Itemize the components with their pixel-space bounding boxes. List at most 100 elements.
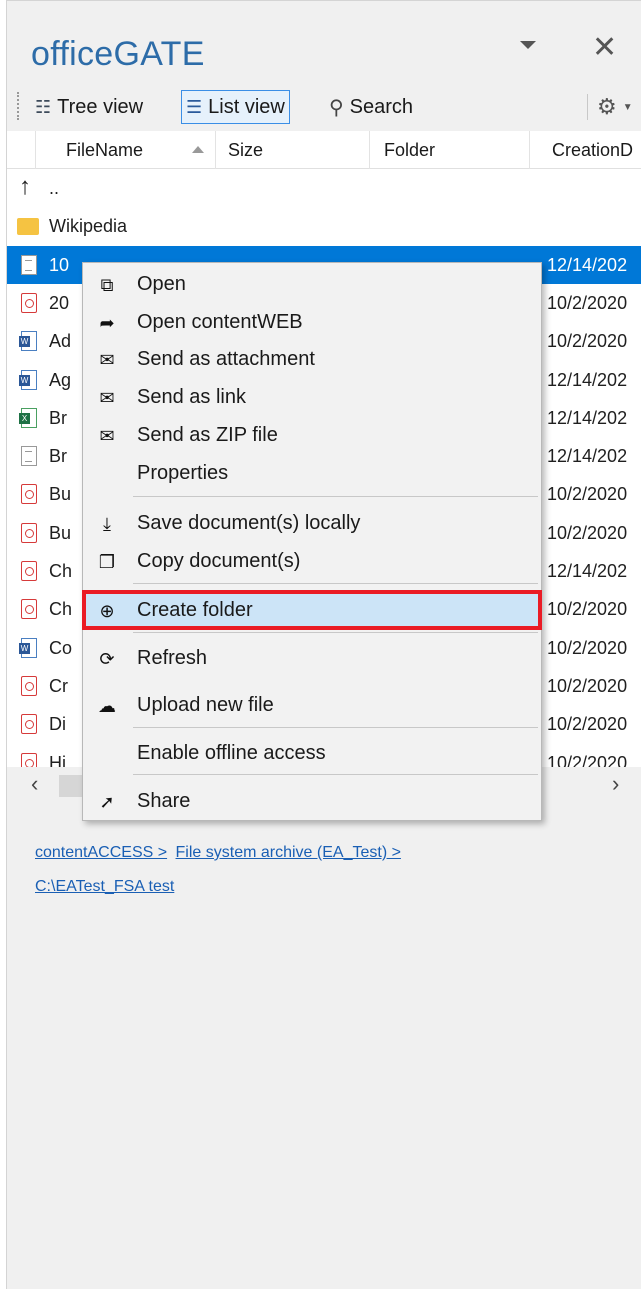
table-row[interactable]: ↑.. [7, 169, 641, 207]
pdf-icon [21, 714, 37, 735]
context-menu: ⧉ Open ➦ Open contentWEB ✉ Send as attachment… [82, 262, 542, 821]
breadcrumb-contentaccess-link[interactable]: contentACCESS > [35, 844, 167, 861]
settings-dropdown-button[interactable]: ⚙ ▼ [593, 90, 637, 124]
column-header-size[interactable]: Size [215, 131, 369, 169]
menu-item-label: Refresh [137, 647, 208, 669]
folder-icon [17, 218, 39, 236]
parent-folder-icon: ↑ [19, 173, 31, 200]
list-view-button[interactable]: ☰ List view [181, 90, 290, 124]
cell-size [227, 169, 367, 207]
menu-item-label: Open [137, 273, 186, 295]
cell-created: 10/2/2020 [547, 599, 628, 620]
tree-view-icon: ☷ [35, 96, 52, 117]
scroll-left-icon[interactable]: ‹ [31, 771, 38, 797]
column-header-creationdate[interactable]: CreationD [529, 131, 641, 169]
cell-created [547, 207, 641, 245]
table-row[interactable]: Wikipedia [7, 207, 641, 245]
tree-view-button[interactable]: ☷ Tree view [31, 90, 147, 124]
cell-created: 10/2/2020 [547, 752, 628, 768]
tree-view-label: Tree view [57, 95, 144, 118]
breadcrumb-folder-link[interactable]: C:\EATest_FSA test [35, 878, 174, 895]
menu-separator [133, 583, 538, 584]
menu-separator [133, 774, 538, 775]
menu-separator [133, 496, 538, 497]
menu-item-label: Create folder [137, 599, 253, 621]
menu-item-save-document-s-locally[interactable]: ⤓ Save document(s) locally [84, 505, 540, 541]
cloud-upload-icon: ☁ [98, 696, 116, 716]
cell-created: 12/14/202 [547, 407, 628, 428]
menu-item-open-contentweb[interactable]: ➦ Open contentWEB [84, 304, 540, 340]
menu-item-refresh[interactable]: ⟳ Refresh [84, 640, 540, 676]
word-icon [19, 369, 37, 390]
menu-item-label: Save document(s) locally [137, 512, 361, 534]
share-arrow-icon: ➦ [99, 313, 115, 333]
breadcrumb-archive-link[interactable]: File system archive (EA_Test) > [176, 844, 401, 861]
menu-item-open[interactable]: ⧉ Open [84, 266, 540, 302]
gear-icon: ⚙ [597, 94, 617, 119]
menu-item-create-folder[interactable]: ⊕ Create folder [82, 590, 542, 630]
cell-created: 12/14/202 [547, 446, 628, 467]
copy-icon: ❐ [98, 552, 116, 572]
cell-created: 10/2/2020 [547, 522, 628, 543]
refresh-icon: ⟳ [99, 649, 115, 669]
cell-created: 10/2/2020 [547, 292, 628, 313]
column-header-row: FileName Size Folder CreationD [7, 131, 641, 169]
mail-link-icon: ✉ [99, 388, 115, 408]
sort-ascending-icon [192, 146, 204, 153]
toolbar: ☷ Tree view ☰ List view ⚲ Search ⚙ ▼ [7, 88, 641, 126]
menu-item-send-as-link[interactable]: ✉ Send as link [84, 379, 540, 415]
pane-menu-dropdown-icon[interactable] [520, 41, 536, 49]
menu-item-share[interactable]: ➚ Share [84, 783, 540, 819]
menu-separator [133, 632, 538, 633]
pdf-icon [21, 599, 37, 620]
search-icon: ⚲ [329, 96, 344, 119]
menu-item-send-as-zip-file[interactable]: ✉ Send as ZIP file [84, 417, 540, 453]
text-icon [21, 446, 37, 467]
cell-folder [383, 169, 533, 207]
menu-item-label: Copy document(s) [137, 550, 301, 572]
menu-item-upload-new-file[interactable]: ☁ Upload new file [84, 687, 540, 723]
menu-item-label: Upload new file [137, 694, 274, 716]
search-button[interactable]: ⚲ Search [325, 90, 417, 124]
menu-item-enable-offline-access[interactable]: Enable offline access [84, 735, 540, 771]
cell-name: .. [49, 178, 60, 198]
cell-size [227, 207, 367, 245]
cell-created: 10/2/2020 [547, 331, 628, 352]
menu-item-copy-document-s[interactable]: ❐ Copy document(s) [84, 543, 540, 579]
cell-created: 10/2/2020 [547, 714, 628, 735]
share-icon: ➚ [99, 792, 115, 812]
excel-icon [19, 407, 37, 428]
download-icon: ⤓ [103, 514, 111, 534]
cell-created [547, 169, 641, 207]
cell-folder [383, 207, 533, 245]
cell-name: Wikipedia [49, 216, 128, 237]
new-folder-icon: ⊕ [99, 601, 115, 621]
column-header-filename[interactable]: FileName [35, 131, 215, 169]
search-label: Search [349, 95, 414, 118]
menu-item-label: Enable offline access [137, 742, 326, 764]
word-icon [19, 637, 37, 658]
open-external-icon: ⧉ [100, 275, 114, 295]
menu-item-send-as-attachment[interactable]: ✉ Send as attachment [84, 341, 540, 377]
cell-created: 10/2/2020 [547, 484, 628, 505]
toolbar-separator [587, 94, 588, 120]
menu-item-properties[interactable]: Properties [84, 455, 540, 491]
pdf-icon [21, 292, 37, 313]
scroll-right-icon[interactable]: › [612, 771, 619, 797]
menu-item-label: Send as attachment [137, 348, 315, 370]
pdf-icon [21, 752, 37, 767]
toolbar-grip [17, 92, 21, 120]
cell-created: 10/2/2020 [547, 637, 628, 658]
breadcrumb: contentACCESS > File system archive (EA_… [35, 836, 615, 904]
cell-created: 10/2/2020 [547, 675, 628, 696]
menu-separator [133, 727, 538, 728]
mail-attachment-icon: ✉ [99, 350, 115, 370]
chevron-down-icon: ▼ [622, 101, 633, 113]
text-icon [21, 254, 37, 275]
mail-zip-icon: ✉ [99, 426, 115, 446]
list-view-icon: ☰ [186, 96, 203, 117]
pdf-icon [21, 561, 37, 581]
list-view-label: List view [208, 95, 285, 118]
close-pane-button[interactable]: ✕ [592, 33, 617, 63]
column-header-folder[interactable]: Folder [369, 131, 529, 169]
